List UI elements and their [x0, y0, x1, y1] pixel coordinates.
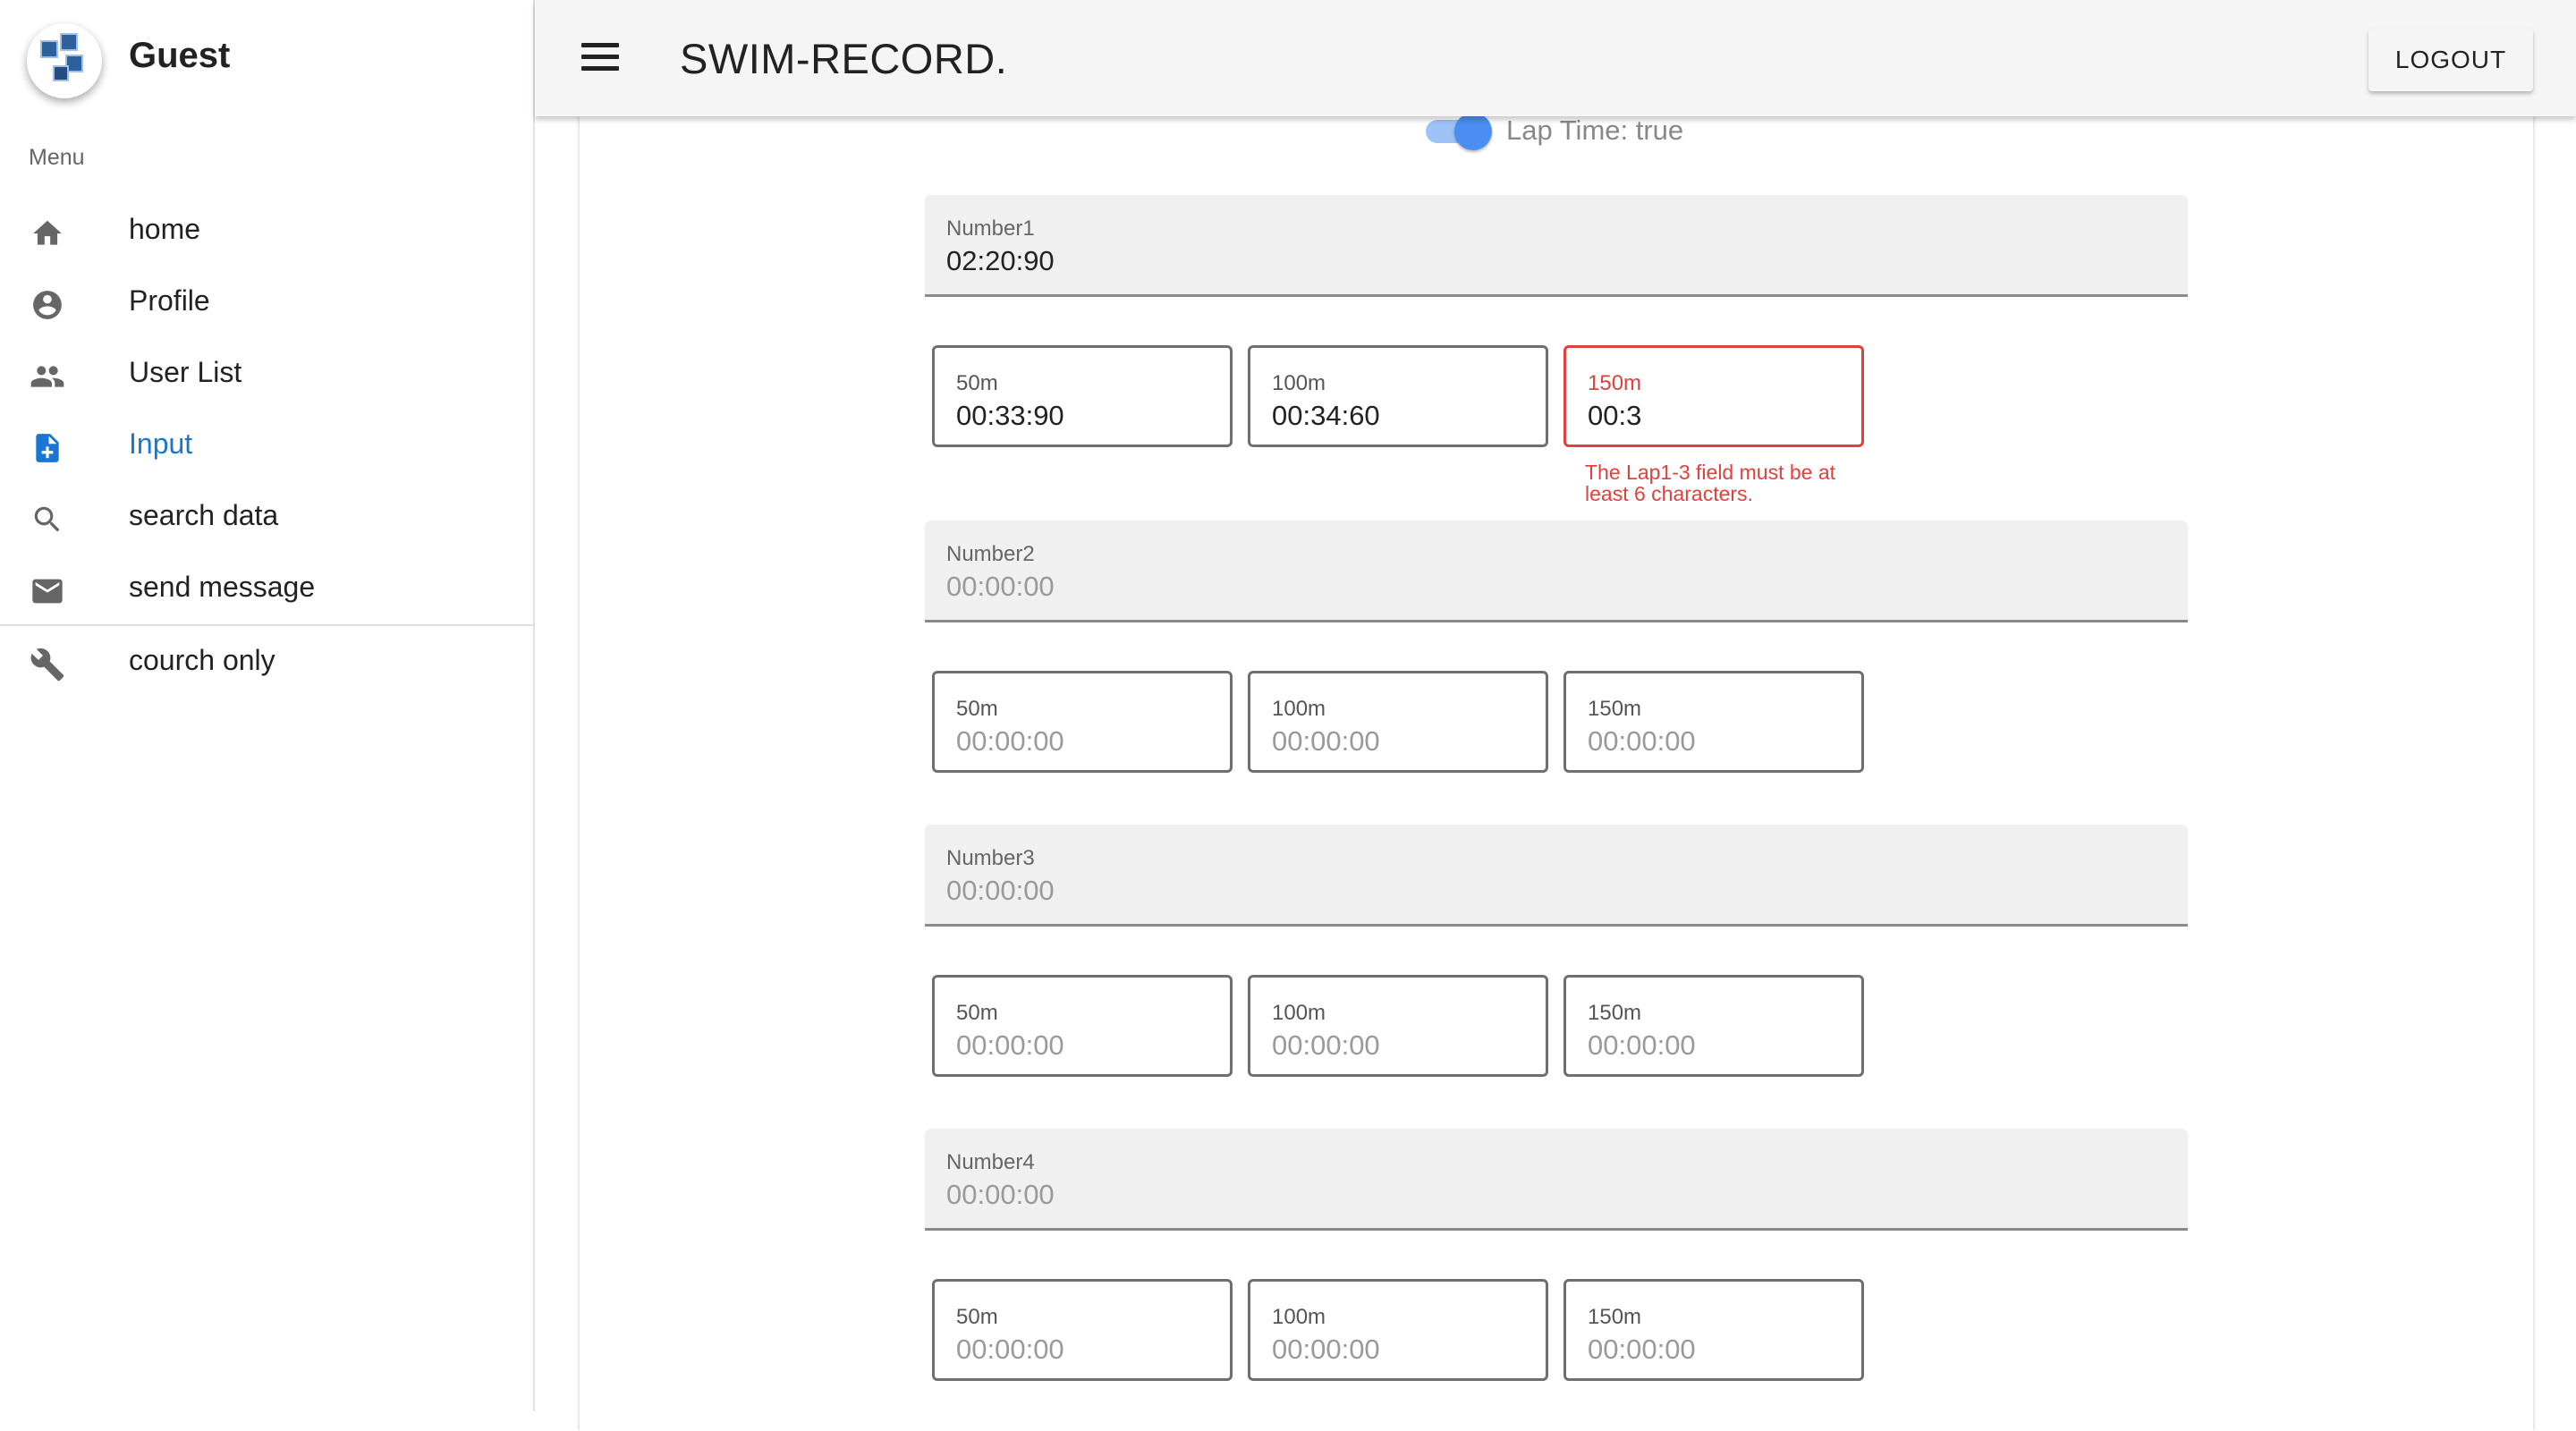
account-circle-icon	[29, 286, 66, 324]
lap-field-150m[interactable]: 150m 00:00:00	[1563, 975, 1864, 1077]
lap-field-50m[interactable]: 50m 00:00:00	[932, 975, 1233, 1077]
sidebar-item-label: send message	[129, 571, 316, 603]
field-label: 100m	[1272, 1305, 1326, 1329]
sidebar-item-label: Profile	[129, 284, 210, 317]
field-label: Number1	[946, 216, 1035, 241]
field-label: 50m	[956, 1001, 998, 1025]
field-label: 100m	[1272, 697, 1326, 721]
field-placeholder[interactable]: 00:00:00	[1588, 725, 1696, 758]
menu-icon[interactable]	[581, 43, 619, 73]
lap-field-50m[interactable]: 50m 00:00:00	[932, 671, 1233, 773]
field-placeholder[interactable]: 00:00:00	[946, 1179, 1055, 1211]
nav-list: home Profile User List Input search data	[0, 195, 535, 698]
app-bar: SWIM-RECORD. LOGOUT	[535, 0, 2576, 116]
field-label: 150m	[1588, 1001, 1642, 1025]
wrench-icon	[29, 646, 66, 683]
drawer-header: Guest	[0, 0, 535, 116]
field-placeholder[interactable]: 00:00:00	[1272, 725, 1380, 758]
field-label: 100m	[1272, 1001, 1326, 1025]
field-value[interactable]: 00:34:60	[1272, 400, 1380, 432]
sidebar-item-label: Input	[129, 428, 193, 460]
logout-button[interactable]: LOGOUT	[2368, 29, 2533, 91]
sidebar-item-input[interactable]: Input	[0, 410, 535, 481]
sidebar-item-label: User List	[129, 356, 242, 388]
sidebar-item-send-message[interactable]: send message	[0, 553, 535, 624]
field-placeholder[interactable]: 00:00:00	[946, 875, 1055, 907]
field-placeholder[interactable]: 00:00:00	[1588, 1334, 1696, 1366]
mail-icon	[29, 572, 66, 610]
switch-label: Lap Time: true	[1506, 114, 1684, 146]
lap-field-150m[interactable]: 150m 00:00:00	[1563, 671, 1864, 773]
field-value[interactable]: 02:20:90	[946, 245, 1055, 277]
field-placeholder[interactable]: 00:00:00	[1272, 1029, 1380, 1062]
lap-time-switch[interactable]: Lap Time: true	[1426, 111, 1784, 156]
field-label: 50m	[956, 371, 998, 395]
field-placeholder[interactable]: 00:00:00	[1588, 1029, 1696, 1062]
switch-thumb[interactable]	[1454, 113, 1492, 150]
home-icon	[29, 215, 66, 252]
user-name: Guest	[129, 36, 231, 75]
lap-field-150m[interactable]: 150m 00:00:00	[1563, 1279, 1864, 1381]
lap-field-50m[interactable]: 50m 00:33:90	[932, 345, 1233, 447]
menu-subheader: Menu	[29, 145, 85, 170]
record-field-number1[interactable]: Number1 02:20:90	[925, 195, 2188, 297]
sidebar-item-user-list[interactable]: User List	[0, 338, 535, 410]
field-placeholder[interactable]: 00:00:00	[956, 1334, 1064, 1366]
record-field-number2[interactable]: Number2 00:00:00	[925, 521, 2188, 622]
people-icon	[29, 358, 66, 395]
note-add-icon	[29, 429, 66, 467]
lap-field-100m[interactable]: 100m 00:00:00	[1248, 671, 1548, 773]
field-placeholder[interactable]: 00:00:00	[956, 725, 1064, 758]
field-value[interactable]: 00:33:90	[956, 400, 1064, 432]
field-placeholder[interactable]: 00:00:00	[946, 571, 1055, 603]
field-placeholder[interactable]: 00:00:00	[1272, 1334, 1380, 1366]
sidebar-item-courch-only[interactable]: courch only	[0, 626, 535, 698]
lap-field-50m[interactable]: 50m 00:00:00	[932, 1279, 1233, 1381]
field-label: Number2	[946, 542, 1035, 566]
lap-field-150m[interactable]: 150m 00:3	[1563, 345, 1864, 447]
sidebar-item-profile[interactable]: Profile	[0, 267, 535, 338]
sidebar-item-label: home	[129, 213, 201, 245]
field-label: 100m	[1272, 371, 1326, 395]
lap-field-100m[interactable]: 100m 00:00:00	[1248, 1279, 1548, 1381]
avatar[interactable]	[27, 23, 102, 98]
search-icon	[29, 501, 66, 538]
field-label: 50m	[956, 697, 998, 721]
field-label: Number3	[946, 846, 1035, 870]
field-label: 150m	[1588, 697, 1642, 721]
sidebar-item-search-data[interactable]: search data	[0, 481, 535, 553]
field-label: 50m	[956, 1305, 998, 1329]
validation-error-message: The Lap1-3 field must be at least 6 char…	[1585, 461, 1835, 505]
sidebar-item-home[interactable]: home	[0, 195, 535, 267]
navigation-drawer: Guest Menu home Profile User List Input	[0, 0, 535, 1411]
app-title: SWIM-RECORD.	[680, 35, 1008, 82]
lap-field-100m[interactable]: 100m 00:34:60	[1248, 345, 1548, 447]
field-label: 150m	[1588, 371, 1642, 395]
sidebar-item-label: search data	[129, 499, 279, 531]
field-placeholder[interactable]: 00:00:00	[956, 1029, 1064, 1062]
field-label: 150m	[1588, 1305, 1642, 1329]
field-label: Number4	[946, 1150, 1035, 1174]
lap-field-100m[interactable]: 100m 00:00:00	[1248, 975, 1548, 1077]
field-value[interactable]: 00:3	[1588, 400, 1641, 432]
record-field-number3[interactable]: Number3 00:00:00	[925, 825, 2188, 927]
sidebar-item-label: courch only	[129, 644, 275, 676]
record-field-number4[interactable]: Number4 00:00:00	[925, 1129, 2188, 1231]
